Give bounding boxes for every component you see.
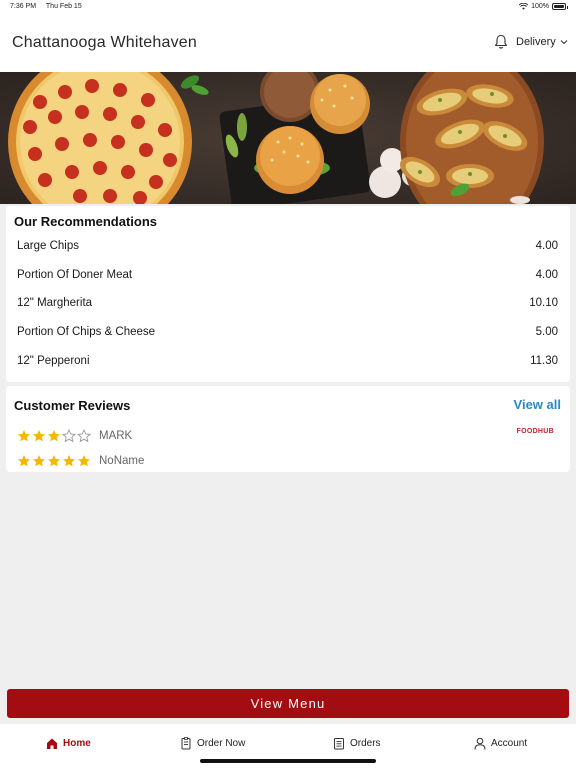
star-filled-icon — [48, 455, 60, 467]
star-filled-icon — [33, 430, 45, 442]
item-price: 10.10 — [529, 297, 558, 309]
star-filled-icon — [78, 455, 90, 467]
star-empty-icon — [77, 429, 91, 443]
tab-orders[interactable]: Orders — [333, 737, 381, 750]
recommendation-item[interactable]: 12" Margherita 10.10 — [17, 293, 558, 313]
view-menu-button[interactable]: View Menu — [7, 689, 569, 718]
recommendation-item[interactable]: Portion Of Chips & Cheese 5.00 — [17, 322, 558, 342]
item-name: Large Chips — [17, 240, 80, 252]
reviewer-name: MARK — [99, 430, 133, 442]
tab-label: Orders — [350, 738, 381, 749]
restaurant-title: Chattanooga Whitehaven — [12, 34, 197, 51]
tab-home[interactable]: Home — [46, 737, 91, 750]
reviews-title: Customer Reviews — [14, 398, 131, 413]
item-price: 4.00 — [535, 240, 558, 252]
item-name: Portion Of Doner Meat — [17, 269, 133, 281]
chevron-down-icon — [560, 40, 568, 45]
star-rating — [17, 429, 91, 443]
star-filled-icon — [33, 455, 45, 467]
wifi-icon — [519, 3, 529, 10]
foodhub-logo: FOODHUB — [516, 428, 554, 435]
star-empty-icon — [62, 429, 76, 443]
orders-list-icon — [334, 738, 344, 750]
star-filled-icon — [18, 455, 30, 467]
item-name: Portion Of Chips & Cheese — [17, 326, 156, 338]
home-indicator — [200, 759, 376, 763]
item-name: 12" Margherita — [17, 297, 93, 309]
reviewer-name: NoName — [99, 455, 145, 467]
recommendation-item[interactable]: Large Chips 4.00 — [17, 236, 558, 256]
review-item: MARK — [17, 428, 132, 444]
item-name: 12" Pepperoni — [17, 355, 90, 367]
star-rating — [17, 454, 91, 468]
delivery-label: Delivery — [516, 36, 556, 48]
recommendations-card: Our Recommendations Large Chips 4.00 Por… — [6, 206, 570, 382]
tab-label: Order Now — [197, 738, 246, 749]
star-filled-icon — [63, 455, 75, 467]
item-price: 5.00 — [535, 326, 558, 338]
tab-label: Account — [491, 738, 528, 749]
recommendation-item[interactable]: 12" Pepperoni 11.30 — [17, 351, 558, 371]
star-filled-icon — [18, 430, 30, 442]
item-price: 4.00 — [535, 269, 558, 281]
tab-account[interactable]: Account — [474, 737, 527, 750]
bell-icon[interactable] — [494, 34, 508, 50]
status-date: Thu Feb 15 — [45, 3, 82, 10]
status-bar: 7:36 PM Thu Feb 15 100% — [0, 0, 576, 14]
recommendation-item[interactable]: Portion Of Doner Meat 4.00 — [17, 265, 558, 285]
customer-reviews-card: Customer Reviews View all MARK NoName FO… — [6, 386, 570, 472]
status-time: 7:36 PM — [10, 3, 37, 10]
star-filled-icon — [48, 430, 60, 442]
review-item: NoName — [17, 453, 144, 469]
hero-banner-image — [0, 72, 576, 204]
delivery-selector[interactable]: Delivery — [516, 36, 568, 48]
view-all-reviews-link[interactable]: View all — [514, 397, 561, 412]
tab-label: Home — [63, 738, 91, 749]
app-header: Chattanooga Whitehaven Delivery — [0, 14, 576, 72]
recommendations-title: Our Recommendations — [14, 214, 158, 229]
food-illustration — [0, 72, 576, 204]
battery-percent: 100% — [531, 3, 549, 10]
item-price: 11.30 — [530, 355, 558, 367]
tab-order-now[interactable]: Order Now — [180, 737, 245, 750]
home-icon — [47, 738, 57, 749]
order-icon — [181, 737, 191, 750]
battery-icon — [552, 3, 568, 10]
account-icon — [474, 737, 486, 750]
